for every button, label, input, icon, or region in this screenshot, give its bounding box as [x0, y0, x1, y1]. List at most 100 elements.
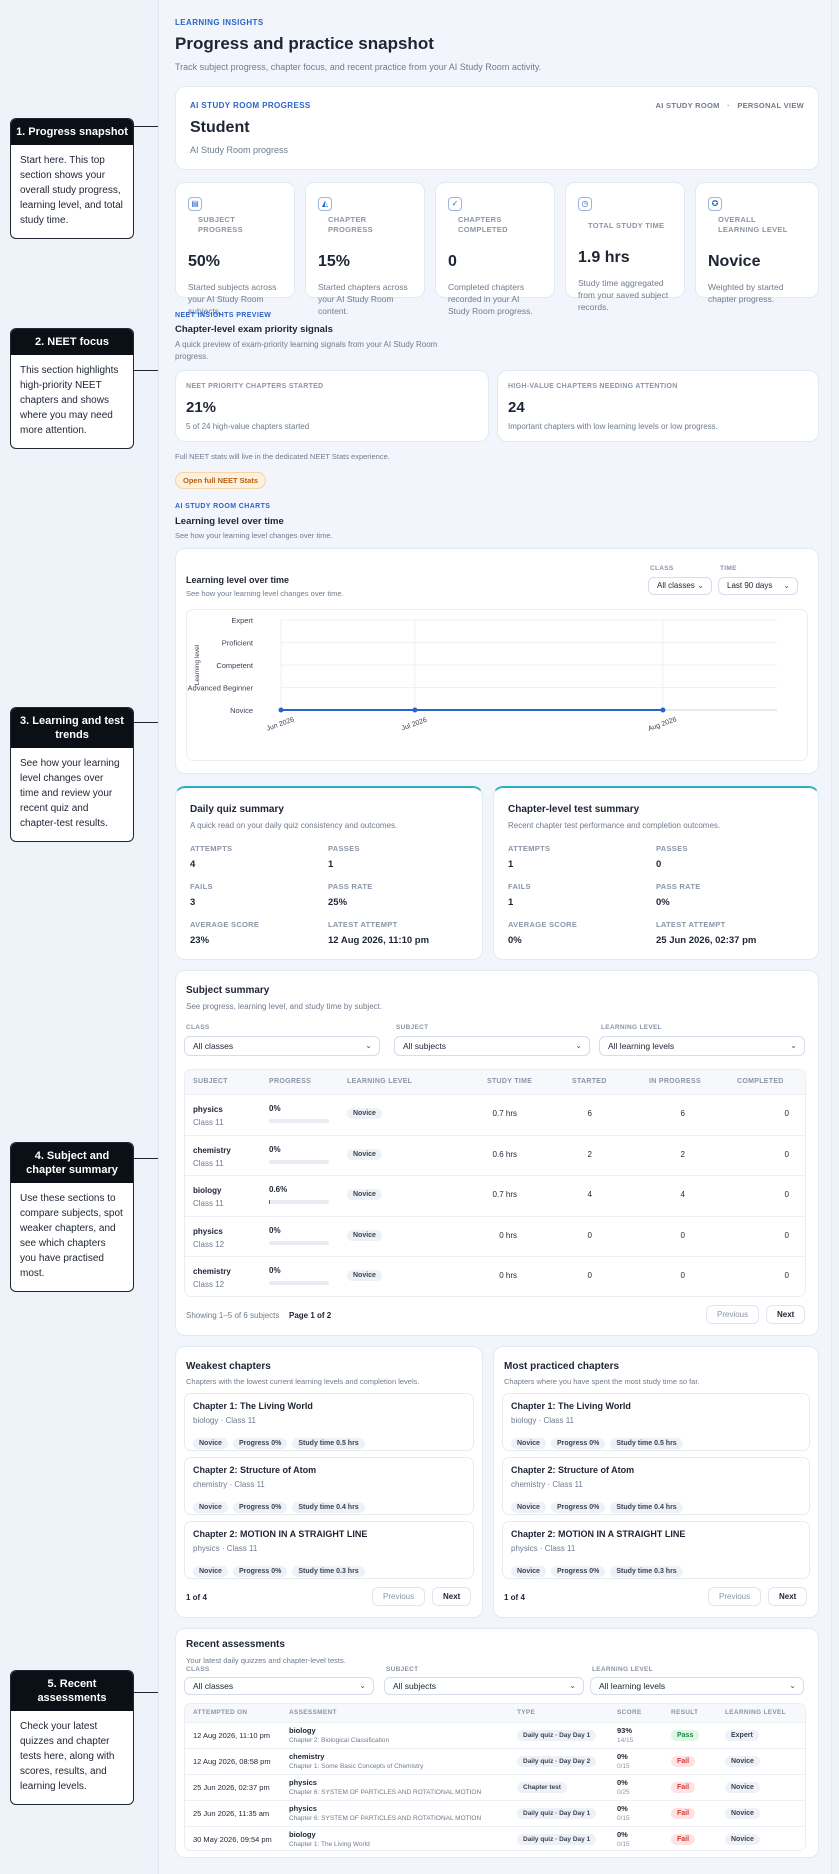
stat-card-chapter-progress: ◭ CHAPTER PROGRESS 15% Started chapters a…: [305, 182, 425, 316]
kv-key: AVERAGE SCORE: [508, 920, 578, 929]
test-title: Chapter-level test summary: [508, 804, 640, 815]
neet-note: Full NEET stats will live in the dedicat…: [175, 452, 390, 461]
subject-level-select[interactable]: All learning levels ⌄: [599, 1036, 805, 1056]
stat-label: CHAPTER PROGRESS: [328, 215, 373, 234]
practiced-next-button[interactable]: Next: [768, 1587, 808, 1606]
annotation-title: 3. Learning and test trends: [11, 708, 133, 748]
chart-card-desc: See how your learning level changes over…: [186, 589, 344, 598]
recent-subject-select[interactable]: All subjects ⌄: [384, 1677, 584, 1695]
score-sub: 0/15: [617, 1763, 630, 1770]
chevron-down-icon: ⌄: [575, 1041, 582, 1050]
table-row: 25 Jun 2026, 11:35 am physics Chapter 6: S…: [185, 1800, 805, 1826]
practiced-page: 1 of 4: [504, 1593, 525, 1602]
chapter-card[interactable]: Chapter 2: MOTION IN A STRAIGHT LINE phys…: [184, 1521, 474, 1579]
kv-key: FAILS: [508, 882, 531, 891]
kv-value: 0: [656, 859, 662, 870]
progress-bar: [269, 1119, 329, 1123]
progress-pill: Progress 0%: [550, 1566, 606, 1577]
level-badge: Novice: [347, 1189, 382, 1200]
chart-time-select[interactable]: Last 90 days ⌄: [718, 577, 798, 595]
weakest-next-button[interactable]: Next: [432, 1587, 472, 1606]
chart-class-select[interactable]: All classes ⌄: [648, 577, 712, 595]
chapter-pills: Novice Progress 0% Study time 0.4 hrs: [193, 1496, 465, 1514]
subject-next-button[interactable]: Next: [766, 1305, 806, 1324]
level-badge: Novice: [511, 1502, 546, 1513]
practiced-prev-button[interactable]: Previous: [708, 1587, 762, 1606]
level-badge: Novice: [193, 1566, 228, 1577]
level-badge: Novice: [347, 1148, 382, 1160]
kv-value: 12 Aug 2026, 11:10 pm: [328, 935, 430, 946]
select-value: All subjects: [403, 1041, 446, 1051]
chapter-card[interactable]: Chapter 2: Structure of Atom chemistry · …: [184, 1457, 474, 1515]
score: 0%: [617, 1804, 628, 1813]
subject-footer-left: Showing 1–5 of 6 subjects: [186, 1311, 280, 1320]
quiz-desc: A quick read on your daily quiz consiste…: [190, 821, 398, 830]
assessment-chapter: Chapter 6: SYSTEM OF PARTICLES AND ROTAT…: [289, 1789, 482, 1796]
recent-class-select[interactable]: All classes ⌄: [184, 1677, 374, 1695]
chapter-card[interactable]: Chapter 1: The Living World biology · Cla…: [502, 1393, 810, 1451]
profile-meta-left: AI STUDY ROOM: [655, 101, 720, 110]
open-neet-stats-button[interactable]: Open full NEET Stats: [175, 472, 267, 489]
recent-assessments-card: Recent assessments Your latest daily qui…: [175, 1628, 819, 1858]
subject-summary-desc: See progress, learning level, and study …: [186, 1002, 383, 1011]
stat-card-subject-progress: ▤SUBJECT PROGRESS 50% Started subjects a…: [175, 182, 295, 316]
level-badge: Expert: [725, 1730, 759, 1741]
recent-filter-subject-label: SUBJECT: [386, 1666, 419, 1673]
stat-card-chapters-completed: ✓ CHAPTERS COMPLETED 0 Completed chapters…: [435, 182, 555, 316]
col-score: SCORE: [617, 1709, 642, 1716]
charts-title: Learning level over time: [175, 516, 284, 527]
chevron-down-icon: ⌄: [365, 1041, 372, 1050]
table-row: 12 Aug 2026, 08:58 pm chemistry Chapter 1:…: [185, 1748, 805, 1774]
subject-summary-title: Subject summary: [186, 985, 270, 996]
weakest-prev-button[interactable]: Previous: [372, 1587, 426, 1606]
neet-card-desc: Important chapters with low learning lev…: [508, 422, 718, 431]
weakest-chapters-card: Weakest chapters Chapters with the lowes…: [175, 1346, 483, 1618]
attempted-on: 12 Aug 2026, 11:10 pm: [193, 1731, 271, 1740]
neet-desc: A quick preview of exam-priority learnin…: [175, 340, 438, 361]
table-row: 25 Jun 2026, 02:37 pm physics Chapter 6: S…: [185, 1774, 805, 1800]
subject-prev-button[interactable]: Previous: [706, 1305, 760, 1324]
subject-class-select[interactable]: All classes ⌄: [184, 1036, 380, 1056]
profile-sub: AI Study Room progress: [190, 145, 289, 155]
score: 0%: [617, 1778, 628, 1787]
select-value: All classes: [193, 1681, 234, 1691]
level-badge: Novice: [347, 1108, 382, 1119]
level-badge: Novice: [347, 1229, 382, 1241]
chapter-card[interactable]: Chapter 2: MOTION IN A STRAIGHT LINE phys…: [502, 1521, 810, 1579]
chevron-down-icon: ⌄: [790, 1041, 797, 1050]
recent-level-select[interactable]: All learning levels ⌄: [590, 1677, 804, 1695]
level-badge: Novice: [725, 1782, 760, 1793]
subject-started: 4: [587, 1190, 592, 1199]
kv-value: 4: [190, 859, 196, 870]
kv-value: 0%: [656, 897, 670, 908]
stat-card-overall-learning-level: ✪ OVERALL LEARNING LEVEL Novice Weighted …: [695, 182, 819, 304]
chapter-title: Chapter 2: Structure of Atom: [511, 1465, 635, 1475]
chapter-title: Chapter 1: The Living World: [511, 1401, 631, 1411]
stat-label: CHAPTERS COMPLETED: [458, 215, 508, 234]
subject-subject-select[interactable]: All subjects ⌄: [394, 1036, 590, 1056]
chart-class-label: CLASS: [650, 565, 674, 572]
progress-bar: [269, 1240, 329, 1245]
progress-pill: Progress 0%: [232, 1502, 288, 1513]
assessment-type: Daily quiz · Day Day 2: [517, 1756, 597, 1767]
quiz-passes: PASSES 1: [328, 844, 360, 870]
stat-desc: Started chapters across your AI Study Ro…: [318, 282, 408, 316]
attempted-on: 12 Aug 2026, 08:58 pm: [193, 1757, 271, 1766]
kv-value: 1: [508, 859, 514, 870]
y-tick-label: Competent: [216, 661, 254, 670]
subject-class: Class 12: [193, 1280, 225, 1289]
chapter-card[interactable]: Chapter 1: The Living World biology · Cla…: [184, 1393, 474, 1451]
filter-subject-label: SUBJECT: [396, 1024, 429, 1031]
score-sub: 0/25: [617, 1789, 630, 1796]
attempted-on: 30 May 2026, 09:54 pm: [193, 1835, 272, 1844]
select-value: All learning levels: [608, 1041, 675, 1051]
test-average-score: AVERAGE SCORE 0%: [508, 920, 577, 946]
subject-name: chemistry: [193, 1145, 231, 1155]
quiz-average-score: AVERAGE SCORE 23%: [190, 920, 259, 946]
col-level: LEARNING LEVEL: [347, 1078, 413, 1085]
test-pass-rate: PASS RATE 0%: [656, 882, 701, 908]
header-eyebrow: LEARNING INSIGHTS: [175, 18, 264, 27]
chapter-card[interactable]: Chapter 2: Structure of Atom chemistry · …: [502, 1457, 810, 1515]
col-progress: PROGRESS: [269, 1078, 312, 1085]
subject-name: chemistry: [193, 1267, 231, 1276]
